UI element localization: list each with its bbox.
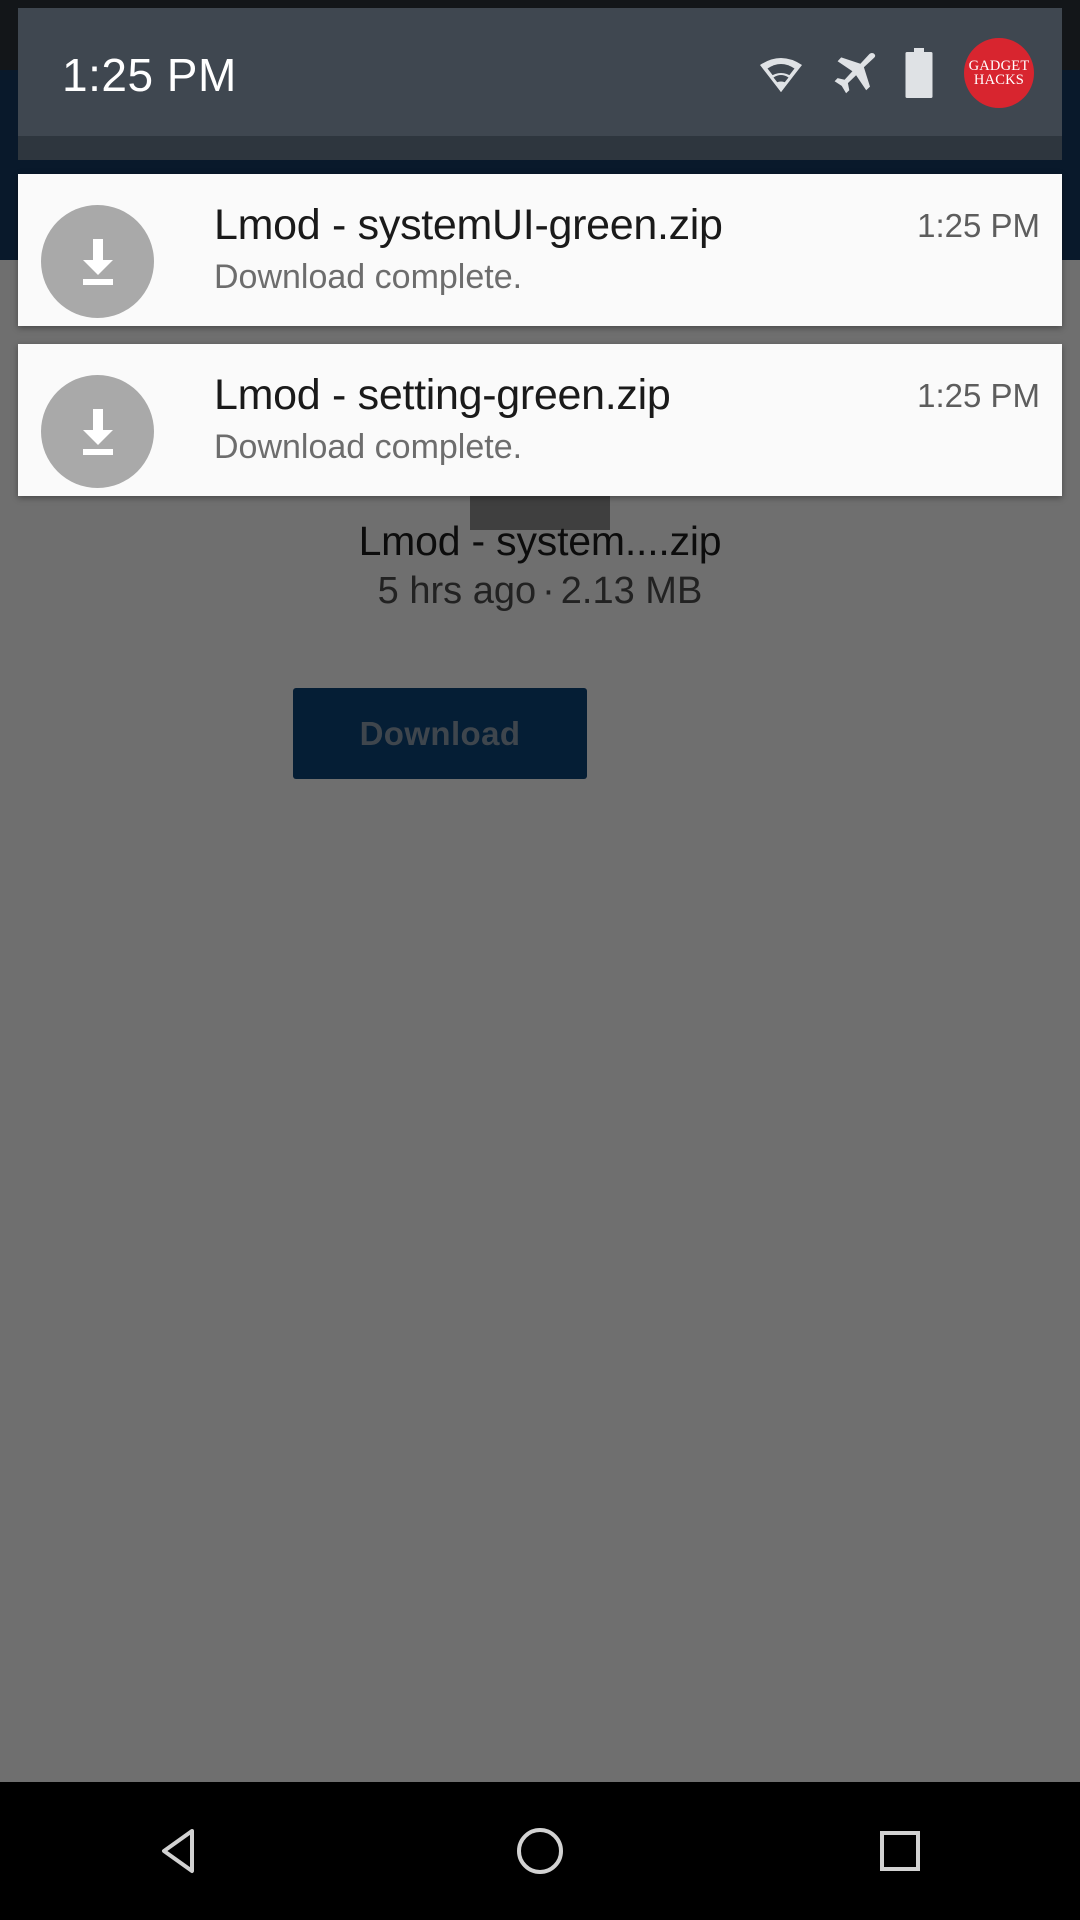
- status-bar-icons: GADGET HACKS: [758, 38, 1034, 108]
- notification-title: Lmod - setting-green.zip: [214, 371, 671, 419]
- download-complete-icon: [41, 205, 154, 318]
- shade-divider: [18, 136, 1062, 160]
- battery-icon: [904, 48, 934, 98]
- notification-timestamp: 1:25 PM: [917, 377, 1040, 414]
- gadget-hacks-logo: GADGET HACKS: [964, 38, 1034, 108]
- gadget-hacks-logo-line2: HACKS: [973, 72, 1025, 88]
- notification-timestamp: 1:25 PM: [917, 207, 1040, 244]
- status-bar[interactable]: 1:25 PM GADGET HACKS: [18, 8, 1062, 136]
- navigation-bar: [0, 1782, 1080, 1920]
- recents-square-icon: [880, 1831, 920, 1871]
- notification-subtitle: Download complete.: [214, 428, 523, 466]
- notification-subtitle: Download complete.: [214, 258, 523, 296]
- airplane-mode-icon: [830, 51, 878, 95]
- android-screen: Lmod - system....zip 5 hrs ago·2.13 MB D…: [0, 0, 1080, 1920]
- notification-title: Lmod - systemUI-green.zip: [214, 201, 723, 249]
- gadget-hacks-logo-line1: GADGET: [968, 57, 1030, 74]
- download-complete-icon: [41, 375, 154, 488]
- back-triangle-icon: [162, 1829, 194, 1873]
- home-circle-icon: [517, 1828, 563, 1874]
- notification-card[interactable]: Lmod - systemUI-green.zip Download compl…: [18, 174, 1062, 326]
- wifi-icon: [758, 53, 804, 93]
- nav-home-button[interactable]: [460, 1782, 620, 1920]
- nav-back-button[interactable]: [100, 1782, 260, 1920]
- notification-card[interactable]: Lmod - setting-green.zip Download comple…: [18, 344, 1062, 496]
- status-bar-clock: 1:25 PM: [62, 49, 237, 101]
- nav-recents-button[interactable]: [820, 1782, 980, 1920]
